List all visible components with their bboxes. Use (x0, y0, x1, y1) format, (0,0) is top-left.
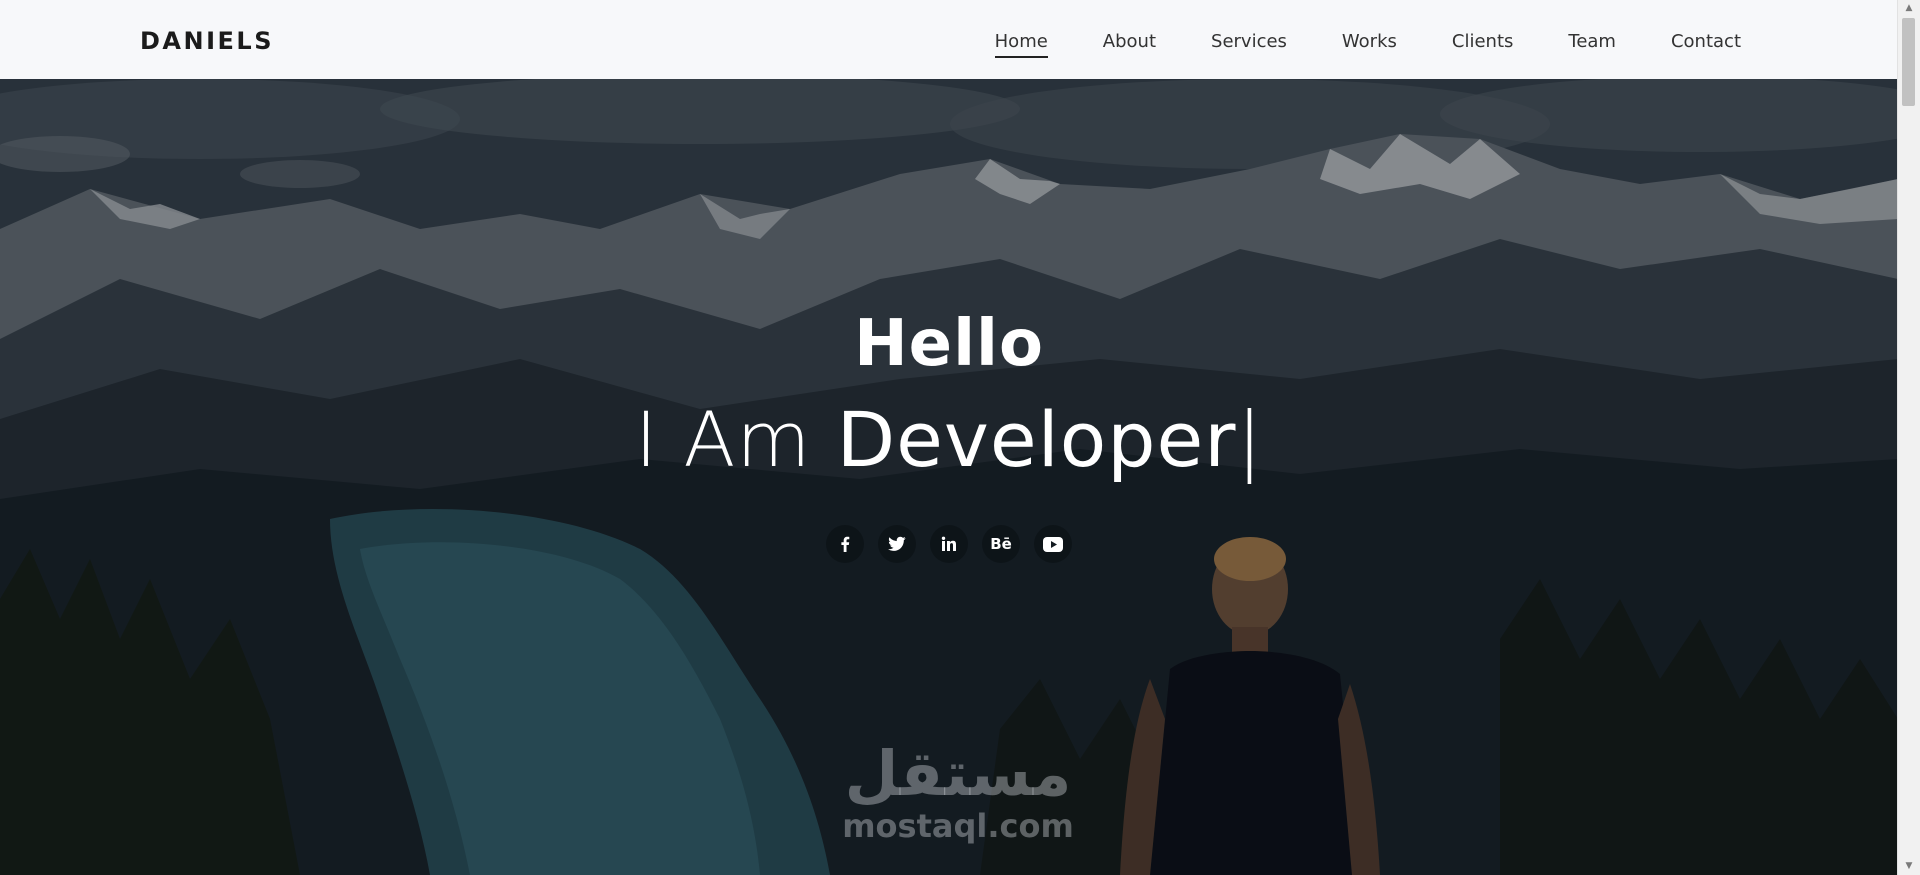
social-links: Bē (0, 525, 1898, 563)
nav-team-link[interactable]: Team (1568, 31, 1616, 56)
mostaql-watermark: مستقل mostaql.com (838, 737, 1078, 845)
vertical-scrollbar[interactable]: ▲ ▼ (1897, 0, 1920, 875)
nav-works-link[interactable]: Works (1342, 31, 1397, 56)
hero-greeting: Hello (854, 307, 1044, 381)
youtube-link[interactable] (1034, 525, 1072, 563)
twitter-icon (888, 536, 906, 551)
facebook-link[interactable] (826, 525, 864, 563)
site-logo[interactable]: DANIELS (140, 27, 274, 55)
scroll-down-arrow-icon[interactable]: ▼ (1898, 858, 1920, 875)
hero-section: Hello I Am Developer| Bē مستقل mostaql.c… (0, 79, 1898, 875)
nav-services-link[interactable]: Services (1211, 31, 1287, 56)
twitter-link[interactable] (878, 525, 916, 563)
nav-home-link[interactable]: Home (994, 31, 1048, 58)
facebook-icon (841, 536, 850, 552)
scroll-up-arrow-icon[interactable]: ▲ (1898, 0, 1920, 17)
youtube-icon (1043, 536, 1063, 552)
typing-cursor: | (1236, 395, 1264, 484)
nav-about-link[interactable]: About (1103, 31, 1156, 56)
watermark-arabic-text: مستقل (844, 737, 1072, 810)
nav-contact-link[interactable]: Contact (1671, 31, 1741, 56)
behance-link[interactable]: Bē (982, 525, 1020, 563)
typed-word: Developer (836, 395, 1237, 484)
navbar: DANIELS Home About Services Works Client… (0, 0, 1898, 79)
typed-prefix: I Am (634, 395, 812, 484)
linkedin-link[interactable] (930, 525, 968, 563)
main-nav: Home About Services Works Clients Team C… (940, 31, 1741, 58)
behance-icon: Bē (990, 535, 1012, 553)
watermark-latin-text: mostaql.com (842, 807, 1074, 845)
nav-clients-link[interactable]: Clients (1452, 31, 1514, 56)
scrollbar-thumb[interactable] (1902, 18, 1915, 106)
linkedin-icon (941, 536, 956, 551)
hero-typed-line: I Am Developer| (0, 395, 1898, 484)
